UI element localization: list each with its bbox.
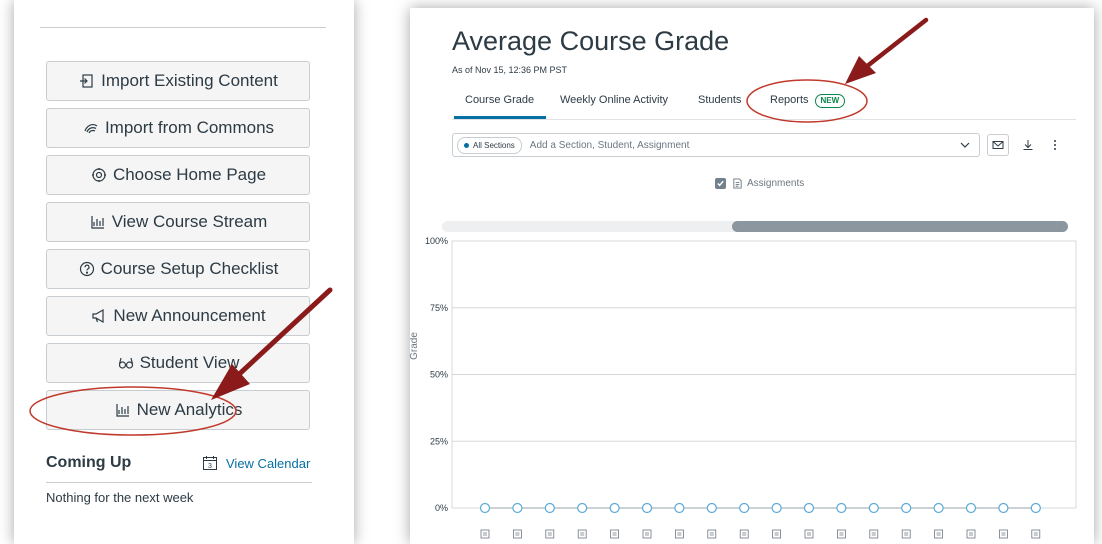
data-point: [868, 502, 879, 514]
data-point: [901, 502, 912, 514]
assignment-icon: [934, 529, 943, 539]
y-axis-label: Grade: [410, 332, 420, 360]
announcement-icon: [90, 307, 108, 325]
assignment-icon: [642, 529, 652, 539]
analytics-icon: [114, 401, 132, 419]
question-icon: [78, 260, 96, 278]
view-course-stream-button[interactable]: View Course Stream: [46, 202, 310, 242]
data-point: [1030, 502, 1041, 514]
button-label: Course Setup Checklist: [100, 259, 279, 278]
y-tick-label: 75%: [430, 303, 448, 313]
data-point: [479, 502, 491, 514]
button-label: View Course Stream: [111, 212, 268, 231]
data-point: [544, 502, 555, 514]
coming-up-empty-text: Nothing for the next week: [46, 490, 194, 505]
assignment-icon: [966, 529, 976, 539]
new-announcement-button[interactable]: New Announcement: [46, 296, 310, 336]
student-view-button[interactable]: Student View: [46, 343, 310, 383]
assignment-icon: [610, 529, 620, 539]
commons-icon: [82, 119, 100, 137]
view-calendar-link[interactable]: 3 View Calendar: [202, 455, 310, 471]
analytics-panel: Average Course Grade As of Nov 15, 12:36…: [410, 8, 1094, 544]
data-point: [512, 502, 523, 514]
y-tick-label: 25%: [430, 436, 448, 446]
home-page-icon: [90, 166, 108, 184]
assignment-icon: [1031, 529, 1041, 539]
assignment-icon: [999, 529, 1008, 539]
y-tick-label: 50%: [430, 370, 448, 380]
data-point: [933, 502, 944, 514]
button-label: Import Existing Content: [101, 71, 278, 90]
data-point: [965, 502, 977, 514]
glasses-icon: [117, 354, 135, 372]
new-analytics-button[interactable]: New Analytics: [46, 390, 310, 430]
assignment-icon: [772, 529, 782, 539]
data-point: [771, 502, 782, 514]
data-point: [803, 502, 815, 514]
assignment-icon: [480, 529, 490, 539]
data-point: [739, 502, 750, 514]
stream-icon: [89, 213, 107, 231]
import-icon: [78, 72, 96, 90]
assignment-icon: [869, 529, 879, 539]
grade-chart: 100% 75% 50% 25% 0% Grade: [410, 236, 1077, 539]
calendar-icon: 3: [203, 456, 217, 470]
data-point: [609, 502, 620, 514]
choose-home-page-button[interactable]: Choose Home Page: [46, 155, 310, 195]
data-point: [836, 502, 847, 514]
assignment-icon: [836, 529, 846, 539]
assignment-icon: [577, 529, 587, 539]
data-point: [577, 502, 588, 514]
button-label: Import from Commons: [104, 118, 275, 137]
divider: [40, 27, 326, 28]
assignment-icon: [707, 529, 717, 539]
button-label: New Announcement: [113, 306, 266, 325]
assignment-icon: [674, 529, 684, 539]
data-point: [998, 502, 1009, 514]
course-setup-checklist-button[interactable]: Course Setup Checklist: [46, 249, 310, 289]
coming-up-heading: Coming Up: [46, 454, 132, 471]
course-sidebar-panel: Import Existing Content Import from Comm…: [14, 0, 354, 544]
import-existing-content-button[interactable]: Import Existing Content: [46, 61, 310, 101]
assignment-icon: [804, 529, 814, 539]
assignment-icon: [513, 529, 522, 539]
button-label: Choose Home Page: [112, 165, 267, 184]
divider: [46, 482, 312, 483]
button-label: New Analytics: [136, 400, 243, 419]
assignment-icon: [901, 529, 911, 539]
assignment-icon: [545, 529, 555, 539]
calendar-day: 3: [208, 463, 212, 470]
data-point: [641, 502, 653, 514]
button-label: Student View: [139, 353, 240, 372]
view-calendar-label: View Calendar: [226, 455, 311, 471]
assignment-icon: [739, 529, 749, 539]
data-point: [674, 502, 685, 514]
y-tick-label: 0%: [435, 503, 448, 513]
data-point: [706, 502, 717, 514]
y-tick-label: 100%: [425, 236, 448, 246]
import-from-commons-button[interactable]: Import from Commons: [46, 108, 310, 148]
